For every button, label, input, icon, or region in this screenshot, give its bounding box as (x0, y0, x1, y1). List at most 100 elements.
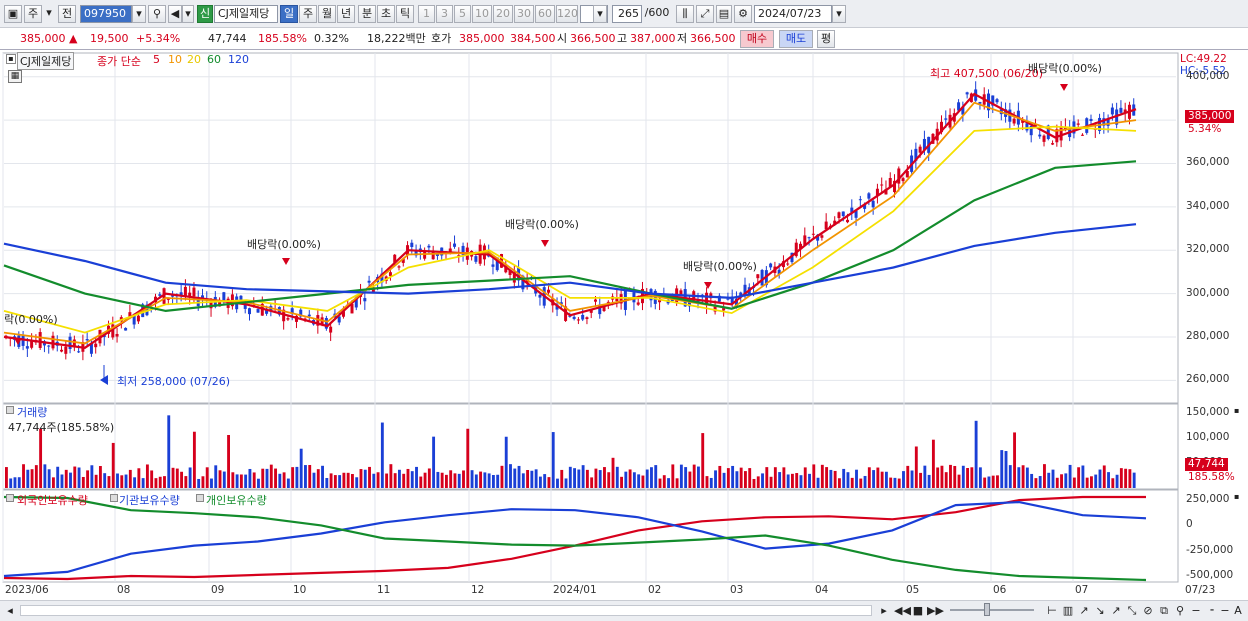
speaker-icon[interactable]: ◀ (168, 5, 182, 23)
volume-bar (474, 474, 478, 488)
price-axis-label: 360,000 (1186, 156, 1230, 169)
zoom-out-icon[interactable]: − (1190, 603, 1202, 618)
layout-icon[interactable]: ▣ (4, 5, 22, 23)
volume-bar (714, 470, 717, 488)
market-select[interactable]: 주 (24, 5, 42, 23)
minute-5-button[interactable]: 5 (454, 5, 471, 23)
volume-close-icon[interactable]: ▪ (1234, 406, 1239, 415)
holdings-close-icon[interactable]: ▪ (1234, 492, 1239, 501)
draw-line-icon[interactable]: ↘ (1094, 603, 1106, 618)
forward-icon[interactable]: ▶▶ (927, 603, 944, 618)
crosshair-icon[interactable]: ⤢ (696, 5, 714, 23)
pattern-icon[interactable]: ⤡ (1126, 603, 1138, 618)
sell-button[interactable]: 매도 (779, 30, 813, 48)
candle-body (1110, 107, 1114, 115)
volume-bar (410, 471, 414, 488)
minute-20-button[interactable]: 20 (493, 5, 513, 23)
candle-body (1038, 134, 1042, 137)
scrollbar-track[interactable] (20, 605, 872, 616)
holdings-axis-label: -500,000 (1186, 568, 1234, 581)
prev-button[interactable]: 전 (58, 5, 76, 23)
minute-3-button[interactable]: 3 (436, 5, 453, 23)
save-icon[interactable]: ▤ (716, 5, 732, 23)
period-second-tab[interactable]: 초 (377, 5, 395, 23)
scroll-left-icon[interactable]: ◂ (4, 603, 16, 618)
period-week-tab[interactable]: 주 (299, 5, 317, 23)
period-day-tab[interactable]: 일 (280, 5, 298, 23)
date-dropdown-icon[interactable]: ▾ (832, 5, 846, 23)
volume-bar (393, 473, 397, 488)
price-chart[interactable] (0, 50, 1248, 600)
volume-bar (222, 471, 226, 488)
price-axis-label: 260,000 (1186, 373, 1230, 386)
gear-icon[interactable]: ⚙ (734, 5, 752, 23)
pan-icon[interactable]: ⁃ (1206, 603, 1218, 618)
holdings-panel-icon[interactable] (6, 494, 14, 502)
hoga-label: 호가 (431, 32, 452, 45)
candle-body (77, 351, 81, 353)
volume-bar (611, 457, 615, 488)
table-icon[interactable]: ▦ (8, 70, 22, 83)
date-input[interactable]: 2024/07/23 (754, 5, 832, 23)
holdings-inst-icon (110, 494, 118, 502)
volume-bar (675, 478, 679, 488)
volume-bar (996, 475, 999, 488)
volume-bar (957, 474, 961, 488)
volume-bar (790, 473, 794, 488)
volume-bar (201, 476, 205, 488)
period-tick-tab[interactable]: 틱 (396, 5, 414, 23)
volume: 47,744 (208, 32, 247, 45)
copy-icon[interactable]: ⧉ (1158, 603, 1170, 618)
period-minute-tab[interactable]: 분 (358, 5, 376, 23)
stop-icon[interactable]: ■ (912, 603, 924, 618)
candle-body (30, 341, 34, 348)
period-up-icon[interactable]: ⊢ (1046, 603, 1058, 618)
volume-bar (5, 467, 8, 488)
count-input[interactable]: 265 (612, 5, 642, 23)
trend-line-icon[interactable]: ↗ (1078, 603, 1090, 618)
high-annotation: 최고 407,500 (06/20) (930, 67, 1044, 80)
minute-120-button[interactable]: 120 (556, 5, 578, 23)
minute-30-button[interactable]: 30 (514, 5, 534, 23)
price-axis-label: 400,000 (1186, 69, 1230, 82)
fibonacci-icon[interactable]: ↗ (1110, 603, 1122, 618)
volume-bar (906, 465, 910, 488)
speaker-dropdown-icon[interactable]: ▾ (182, 5, 194, 23)
zoom-slider[interactable] (950, 609, 1034, 611)
code-dropdown-icon[interactable]: ▾ (132, 5, 146, 23)
buy-button[interactable]: 매수 (740, 30, 774, 48)
minute-10-button[interactable]: 10 (472, 5, 492, 23)
dividend-annotation-mar: 배당락(0.00%) (683, 260, 757, 273)
candle-body (474, 256, 478, 262)
candle-icon[interactable]: ⫼ (676, 5, 694, 23)
volume-bar (829, 469, 833, 488)
candle-body (786, 263, 790, 265)
period-month-tab[interactable]: 월 (318, 5, 336, 23)
minute-60-button[interactable]: 60 (535, 5, 555, 23)
search-icon[interactable]: ⚲ (148, 5, 166, 23)
custom-period-dropdown-icon[interactable]: ▾ (593, 5, 607, 23)
period-year-tab[interactable]: 년 (337, 5, 355, 23)
stock-code-input[interactable]: 097950 (80, 5, 132, 23)
scroll-right-icon[interactable]: ▸ (878, 603, 890, 618)
holdings-inst-label: 기관보유수량 (119, 494, 180, 507)
volume-bar (825, 467, 829, 488)
volume-bar (188, 467, 192, 488)
panel-menu-icon[interactable]: ▪ (6, 54, 16, 64)
font-size-icon[interactable]: A (1232, 603, 1244, 618)
candle-body (192, 287, 196, 297)
volume-bar (872, 470, 876, 488)
candle-body (756, 274, 760, 279)
zoom-slider-handle[interactable] (984, 603, 990, 616)
volume-panel-icon[interactable] (6, 406, 14, 414)
minute-1-button[interactable]: 1 (418, 5, 435, 23)
minus-icon[interactable]: − (1220, 603, 1230, 618)
market-dropdown-icon[interactable]: ▾ (44, 5, 54, 23)
search-magnify-icon[interactable]: ⚲ (1174, 603, 1186, 618)
erase-icon[interactable]: ⊘ (1142, 603, 1154, 618)
bar-chart-icon[interactable]: ▥ (1062, 603, 1074, 618)
volume-bar (573, 468, 577, 488)
rewind-icon[interactable]: ◀◀ (894, 603, 911, 618)
avg-button[interactable]: 평 (817, 30, 835, 48)
volume-bar (419, 476, 423, 488)
